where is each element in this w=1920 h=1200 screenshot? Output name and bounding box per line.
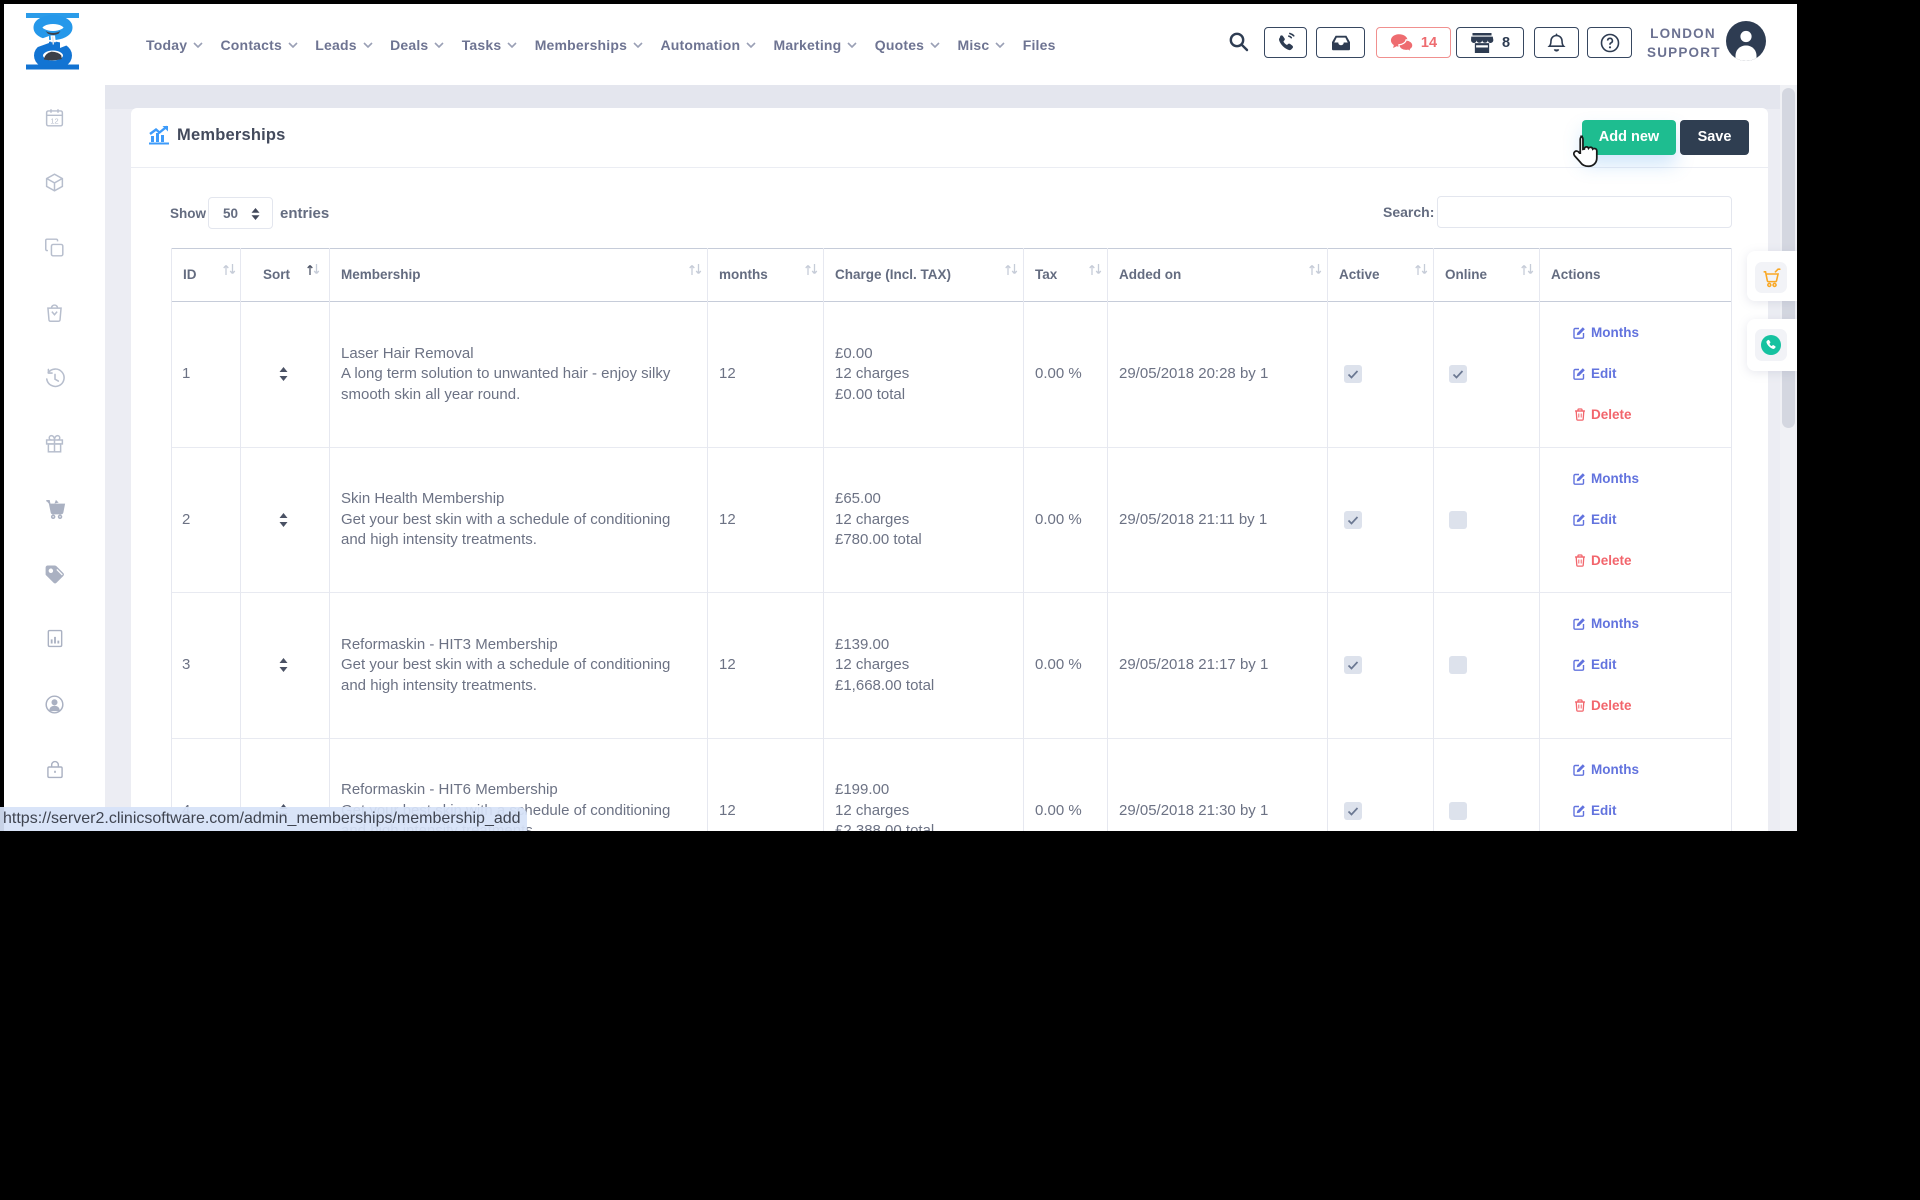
- svg-text:12: 12: [50, 117, 58, 126]
